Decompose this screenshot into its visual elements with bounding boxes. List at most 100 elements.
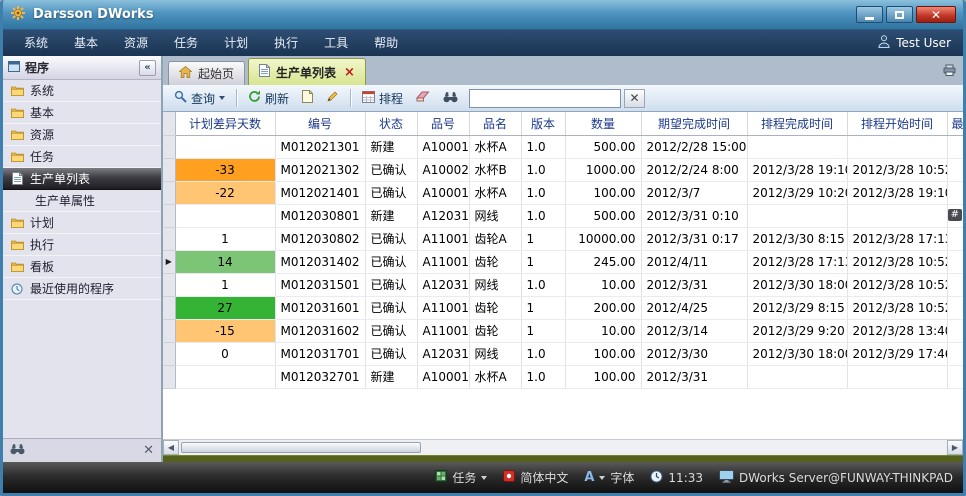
sidebar-item[interactable]: 基本 <box>3 102 161 124</box>
table-cell[interactable]: 1 <box>521 250 565 273</box>
table-cell[interactable]: 水杯B <box>469 158 521 181</box>
table-cell[interactable]: 2012/3/28 10:52 <box>847 296 947 319</box>
table-cell[interactable]: 齿轮 <box>469 319 521 342</box>
edit-button[interactable] <box>321 88 344 108</box>
table-cell[interactable]: 1 <box>521 296 565 319</box>
table-cell[interactable] <box>947 158 963 181</box>
table-cell[interactable]: 2012/3/28 10:52 <box>847 158 947 181</box>
table-cell[interactable]: 齿轮A <box>469 227 521 250</box>
horizontal-scrollbar[interactable]: ◀ ▶ <box>163 439 963 455</box>
table-cell[interactable]: A10001 <box>417 365 469 388</box>
table-row[interactable]: -33M012021302已确认A10002水杯B1.01000.002012/… <box>163 158 963 181</box>
table-cell[interactable]: 1.0 <box>521 273 565 296</box>
table-cell[interactable]: -22 <box>175 181 275 204</box>
table-cell[interactable]: 网线 <box>469 204 521 227</box>
column-header[interactable]: 品号 <box>417 112 469 135</box>
scrollbar-thumb[interactable] <box>181 442 421 453</box>
maximize-button[interactable] <box>886 6 913 23</box>
table-cell[interactable]: 2012/3/28 10:52 <box>847 250 947 273</box>
table-cell[interactable]: 1.0 <box>521 158 565 181</box>
table-row[interactable]: 0M012031701已确认A12031网线1.0100.002012/3/30… <box>163 342 963 365</box>
scroll-right-icon[interactable]: ▶ <box>947 440 963 455</box>
table-cell[interactable]: 2012/3/30 <box>641 342 747 365</box>
table-cell[interactable]: A12031 <box>417 273 469 296</box>
table-cell[interactable]: A12031 <box>417 204 469 227</box>
table-cell[interactable]: 网线 <box>469 342 521 365</box>
table-cell[interactable]: 2012/3/30 18:00 <box>747 342 847 365</box>
table-cell[interactable]: A11001 <box>417 227 469 250</box>
table-cell[interactable]: M012031402 <box>275 250 365 273</box>
table-cell[interactable] <box>947 227 963 250</box>
table-cell[interactable]: 100.00 <box>565 342 641 365</box>
table-cell[interactable]: -33 <box>175 158 275 181</box>
tab-panel-icon[interactable] <box>943 64 956 79</box>
table-cell[interactable] <box>747 365 847 388</box>
table-cell[interactable] <box>947 365 963 388</box>
table-cell[interactable] <box>175 135 275 158</box>
schedule-button[interactable]: 排程 <box>357 88 408 109</box>
table-cell[interactable]: -15 <box>175 319 275 342</box>
table-cell[interactable]: 100.00 <box>565 365 641 388</box>
table-cell[interactable]: 2012/2/28 15:00 <box>641 135 747 158</box>
column-header[interactable]: 数量 <box>565 112 641 135</box>
column-header[interactable]: 最 <box>947 112 963 135</box>
table-cell[interactable]: M012031701 <box>275 342 365 365</box>
table-cell[interactable]: 10000.00 <box>565 227 641 250</box>
table-cell[interactable]: 245.00 <box>565 250 641 273</box>
sidebar-search-close-icon[interactable]: ✕ <box>143 443 154 458</box>
table-cell[interactable] <box>947 273 963 296</box>
table-cell[interactable] <box>747 135 847 158</box>
table-cell[interactable]: 1 <box>175 227 275 250</box>
menu-item[interactable]: 系统 <box>11 30 61 56</box>
table-cell[interactable]: A11001 <box>417 296 469 319</box>
sidebar-item[interactable]: 生产单列表 <box>3 168 161 190</box>
tab-active[interactable]: 生产单列表× <box>248 58 366 85</box>
table-cell[interactable]: 2012/4/11 <box>641 250 747 273</box>
table-cell[interactable]: 2012/3/29 17:46 <box>847 342 947 365</box>
table-cell[interactable]: 2012/4/25 <box>641 296 747 319</box>
table-cell[interactable]: 新建 <box>365 135 417 158</box>
table-cell[interactable]: 齿轮 <box>469 296 521 319</box>
table-cell[interactable]: 已确认 <box>365 181 417 204</box>
close-button[interactable]: ✕ <box>916 6 956 23</box>
table-cell[interactable]: A11001 <box>417 250 469 273</box>
column-header[interactable]: 计划差异天数 <box>175 112 275 135</box>
status-font[interactable]: A 字体 <box>584 469 634 486</box>
table-cell[interactable]: 2012/3/29 10:20 <box>747 181 847 204</box>
new-button[interactable] <box>297 88 318 108</box>
search-clear-button[interactable]: ✕ <box>624 89 645 108</box>
table-cell[interactable]: 2012/3/31 <box>641 273 747 296</box>
table-row[interactable]: M012030801新建A12031网线1.0500.002012/3/31 0… <box>163 204 963 227</box>
table-cell[interactable]: 已确认 <box>365 227 417 250</box>
table-cell[interactable]: 1.0 <box>521 135 565 158</box>
table-cell[interactable]: 1 <box>175 273 275 296</box>
table-cell[interactable]: 2012/3/29 9:20 <box>747 319 847 342</box>
table-cell[interactable]: 2012/2/24 8:00 <box>641 158 747 181</box>
table-cell[interactable]: 新建 <box>365 365 417 388</box>
table-cell[interactable]: 2012/3/28 13:40 <box>847 319 947 342</box>
table-cell[interactable]: M012030802 <box>275 227 365 250</box>
table-cell[interactable]: 已确认 <box>365 319 417 342</box>
table-cell[interactable]: 2012/3/31 0:10 <box>641 204 747 227</box>
table-cell[interactable]: 1 <box>521 227 565 250</box>
table-cell[interactable]: 0 <box>175 342 275 365</box>
status-task[interactable]: 任务 <box>435 469 487 486</box>
table-cell[interactable]: 2012/3/28 19:10 <box>847 181 947 204</box>
sidebar-item[interactable]: 看板 <box>3 256 161 278</box>
refresh-button[interactable]: 刷新 <box>243 88 294 109</box>
table-cell[interactable]: M012021301 <box>275 135 365 158</box>
table-cell[interactable] <box>947 342 963 365</box>
table-row[interactable]: ▶14M012031402已确认A11001齿轮1245.002012/4/11… <box>163 250 963 273</box>
table-cell[interactable]: 新建 <box>365 204 417 227</box>
menu-item[interactable]: 执行 <box>261 30 311 56</box>
sidebar-item[interactable]: 任务 <box>3 146 161 168</box>
table-cell[interactable]: 500.00 <box>565 204 641 227</box>
table-cell[interactable]: 500.00 <box>565 135 641 158</box>
query-button[interactable]: 查询 <box>169 88 230 109</box>
table-cell[interactable]: 1.0 <box>521 204 565 227</box>
menu-item[interactable]: 基本 <box>61 30 111 56</box>
sidebar-item[interactable]: 计划 <box>3 212 161 234</box>
table-cell[interactable]: 2012/3/28 17:13 <box>747 250 847 273</box>
table-cell[interactable] <box>947 181 963 204</box>
status-language[interactable]: 简体中文 <box>503 469 568 486</box>
